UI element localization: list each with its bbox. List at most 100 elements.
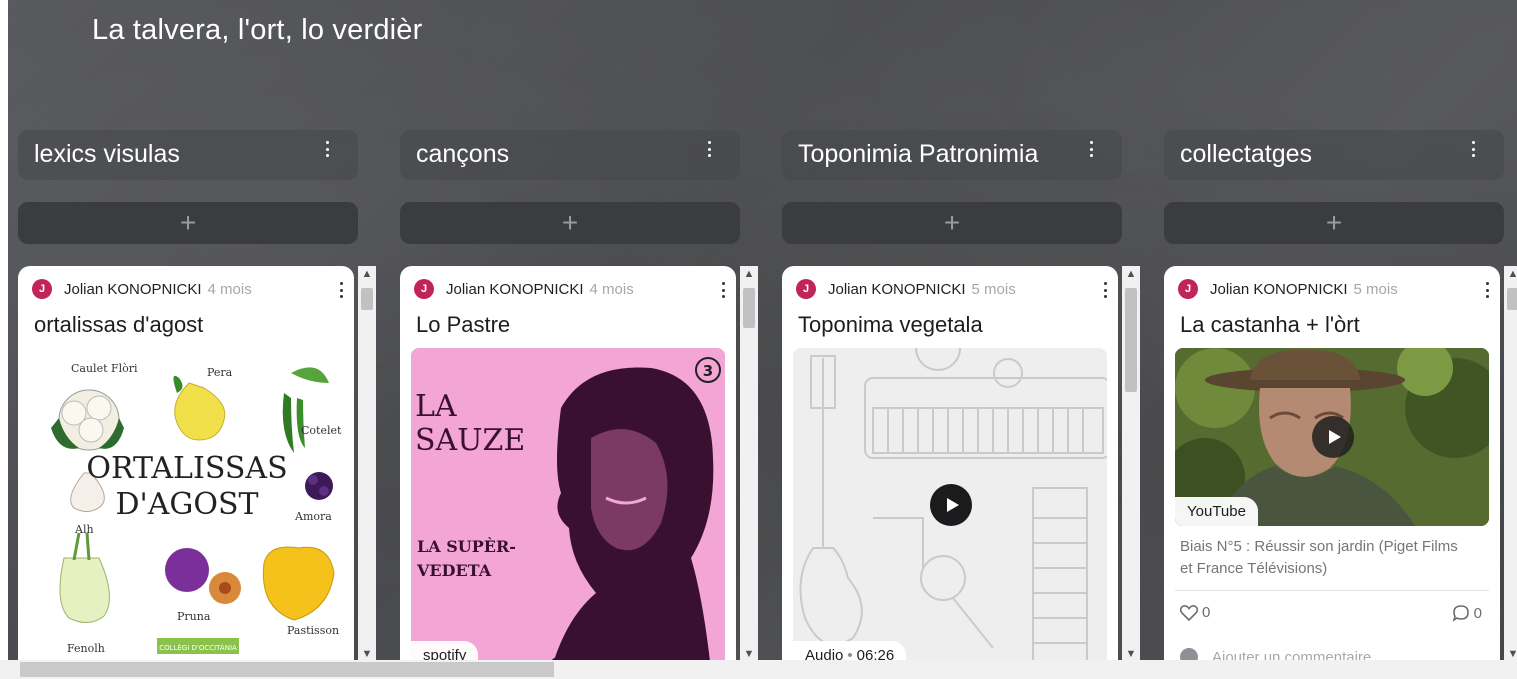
card-header: J Jolian KONOPNICKI 4 mois bbox=[414, 278, 734, 300]
column-collectatges: collectatges + J Jolian KONOPNICKI 5 moi… bbox=[1164, 130, 1517, 670]
window-edge bbox=[0, 0, 8, 679]
like-button[interactable]: 0 bbox=[1180, 604, 1210, 621]
column-header: lexics visulas bbox=[18, 130, 358, 180]
column-menu-icon[interactable] bbox=[702, 138, 716, 160]
card-title: Lo Pastre bbox=[416, 312, 511, 337]
card-description: Biais N°5 : Réussir son jardin (Piget Fi… bbox=[1180, 538, 1458, 577]
column-title: cançons bbox=[416, 140, 510, 168]
avatar: J bbox=[32, 279, 52, 299]
board-title: La talvera, l'ort, lo verdièr bbox=[92, 14, 423, 46]
post-card[interactable]: J Jolian KONOPNICKI 5 mois La castanha +… bbox=[1164, 266, 1500, 670]
post-age: 4 mois bbox=[207, 280, 252, 298]
scroll-up-arrow[interactable]: ▲ bbox=[740, 266, 758, 282]
svg-text:COLLÈGI D'OCCITÀNIA: COLLÈGI D'OCCITÀNIA bbox=[159, 643, 237, 652]
scroll-thumb[interactable] bbox=[1507, 288, 1517, 310]
card-title: Toponima vegetala bbox=[798, 312, 983, 337]
column-title: Toponimia Patronimia bbox=[798, 140, 1039, 168]
author-name: Jolian KONOPNICKI bbox=[1210, 280, 1348, 298]
post-card[interactable]: J Jolian KONOPNICKI 5 mois Toponima vege… bbox=[782, 266, 1118, 670]
svg-text:Alh: Alh bbox=[74, 523, 94, 536]
card-title: ortalissas d'agost bbox=[34, 312, 204, 337]
vegetables-illustration: ORTALISSAS D'AGOST Caulet Flòri Pera Cot… bbox=[51, 362, 342, 655]
column-header: Toponimia Patronimia bbox=[782, 130, 1122, 180]
scroll-thumb[interactable] bbox=[743, 288, 755, 328]
horizontal-scroll-thumb[interactable] bbox=[20, 662, 554, 677]
post-age: 5 mois bbox=[1353, 280, 1398, 298]
album-artist-line: LA bbox=[415, 389, 457, 424]
svg-text:Cotelet: Cotelet bbox=[301, 424, 342, 437]
avatar: J bbox=[796, 279, 816, 299]
scroll-up-arrow[interactable]: ▲ bbox=[1504, 266, 1517, 282]
card-menu-icon[interactable] bbox=[1483, 280, 1491, 300]
svg-text:Caulet Flòri: Caulet Flòri bbox=[71, 362, 138, 375]
image-heading: D'AGOST bbox=[115, 487, 258, 522]
column-toponimia-patronimia: Toponimia Patronimia + J Jolian KONOPNIC… bbox=[782, 130, 1152, 670]
board-horizontal-scrollbar[interactable] bbox=[0, 660, 1517, 679]
album-number: 3 bbox=[703, 362, 713, 380]
card-header: J Jolian KONOPNICKI 5 mois bbox=[1178, 278, 1498, 300]
album-title-line: VEDETA bbox=[416, 561, 492, 580]
card-header: J Jolian KONOPNICKI 5 mois bbox=[796, 278, 1116, 300]
media-source-badge: YouTube bbox=[1175, 497, 1258, 526]
comment-count: 0 bbox=[1473, 604, 1482, 622]
scroll-thumb[interactable] bbox=[361, 288, 373, 310]
column-header: collectatges bbox=[1164, 130, 1504, 180]
add-post-button[interactable]: + bbox=[400, 202, 740, 244]
post-age: 4 mois bbox=[589, 280, 634, 298]
comment-icon bbox=[1452, 605, 1469, 622]
add-post-button[interactable]: + bbox=[1164, 202, 1504, 244]
card-audio-player[interactable]: Audio • 06:26 bbox=[793, 348, 1107, 670]
svg-text:Pruna: Pruna bbox=[177, 610, 211, 623]
column-title: collectatges bbox=[1180, 140, 1313, 168]
svg-text:Pastisson: Pastisson bbox=[287, 624, 339, 637]
post-card[interactable]: J Jolian KONOPNICKI 4 mois Lo Pastre 3 L… bbox=[400, 266, 736, 670]
author-name: Jolian KONOPNICKI bbox=[64, 280, 202, 298]
comments-button[interactable]: 0 bbox=[1452, 604, 1482, 622]
album-title-line: LA SUPÈR- bbox=[417, 536, 516, 556]
column-title: lexics visulas bbox=[34, 140, 180, 168]
svg-text:Fenolh: Fenolh bbox=[67, 642, 105, 655]
column-header: cançons bbox=[400, 130, 740, 180]
card-scrollbar[interactable]: ▲ ▼ bbox=[1504, 266, 1517, 662]
scroll-up-arrow[interactable]: ▲ bbox=[1122, 266, 1140, 282]
card-menu-icon[interactable] bbox=[1101, 280, 1109, 300]
card-scrollbar[interactable]: ▲ ▼ bbox=[1122, 266, 1140, 662]
scroll-up-arrow[interactable]: ▲ bbox=[358, 266, 376, 282]
plus-icon: + bbox=[1325, 207, 1343, 238]
avatar: J bbox=[1178, 279, 1198, 299]
column-menu-icon[interactable] bbox=[320, 138, 334, 160]
column-menu-icon[interactable] bbox=[1466, 138, 1480, 160]
card-header: J Jolian KONOPNICKI 4 mois bbox=[32, 278, 352, 300]
plus-icon: + bbox=[943, 207, 961, 238]
card-title: La castanha + l'òrt bbox=[1180, 312, 1360, 337]
author-name: Jolian KONOPNICKI bbox=[446, 280, 584, 298]
card-reactions: 0 0 bbox=[1180, 604, 1482, 626]
play-icon[interactable] bbox=[1312, 416, 1354, 458]
post-card[interactable]: J Jolian KONOPNICKI 4 mois ortalissas d'… bbox=[18, 266, 354, 670]
card-image-vegetables[interactable]: ORTALISSAS D'AGOST Caulet Flòri Pera Cot… bbox=[29, 348, 343, 670]
heart-icon bbox=[1180, 604, 1198, 621]
image-heading: ORTALISSAS bbox=[86, 451, 287, 486]
card-video-thumbnail[interactable]: YouTube bbox=[1175, 348, 1489, 526]
like-count: 0 bbox=[1202, 604, 1211, 621]
card-scrollbar[interactable]: ▲ ▼ bbox=[358, 266, 376, 662]
card-scrollbar[interactable]: ▲ ▼ bbox=[740, 266, 758, 662]
card-menu-icon[interactable] bbox=[719, 280, 727, 300]
play-icon[interactable] bbox=[930, 484, 972, 526]
avatar: J bbox=[414, 279, 434, 299]
card-image-album-cover[interactable]: 3 LA SAUZE LA SUPÈR- VEDETA spotify bbox=[411, 348, 725, 670]
album-artist-line: SAUZE bbox=[415, 423, 525, 458]
svg-text:Pera: Pera bbox=[207, 366, 233, 379]
column-cancons: cançons + J Jolian KONOPNICKI 4 mois Lo … bbox=[400, 130, 770, 670]
divider bbox=[1175, 590, 1489, 591]
plus-icon: + bbox=[561, 207, 579, 238]
album-cover-art: 3 LA SAUZE LA SUPÈR- VEDETA bbox=[411, 348, 725, 670]
scroll-thumb[interactable] bbox=[1125, 288, 1137, 392]
column-menu-icon[interactable] bbox=[1084, 138, 1098, 160]
card-menu-icon[interactable] bbox=[337, 280, 345, 300]
author-name: Jolian KONOPNICKI bbox=[828, 280, 966, 298]
add-post-button[interactable]: + bbox=[782, 202, 1122, 244]
svg-text:Amora: Amora bbox=[294, 510, 332, 523]
column-lexics-visulas: lexics visulas + J Jolian KONOPNICKI 4 m… bbox=[18, 130, 388, 670]
add-post-button[interactable]: + bbox=[18, 202, 358, 244]
